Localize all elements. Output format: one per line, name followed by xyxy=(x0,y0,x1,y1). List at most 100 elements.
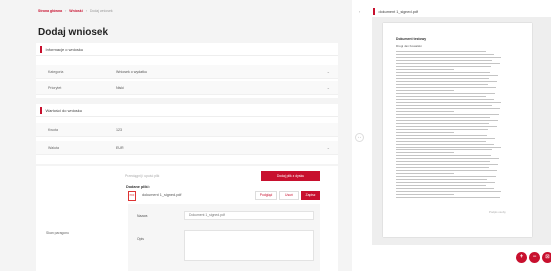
delete-button[interactable]: Usuń xyxy=(279,191,299,200)
doc-text-line xyxy=(396,197,500,199)
doc-text-line xyxy=(396,65,492,67)
doc-text-line xyxy=(396,125,497,127)
section-header: Wartości do wniosku xyxy=(36,104,338,117)
doc-text-line xyxy=(396,155,492,157)
category-select[interactable]: Wniosek o wydatku xyxy=(116,65,147,79)
viewer-title: dokument 1_signed.pdf xyxy=(373,8,418,15)
category-field[interactable]: Kategoria Wniosek o wydatku ⌄ xyxy=(36,65,338,79)
doc-text-line xyxy=(396,185,487,187)
doc-text-line xyxy=(396,107,500,109)
pdf-file-icon: PDF xyxy=(128,191,136,201)
doc-text-line xyxy=(396,68,455,70)
doc-text-line xyxy=(396,86,496,88)
description-label: Opis xyxy=(137,237,144,241)
doc-text-line xyxy=(396,56,501,58)
doc-text-line xyxy=(396,59,493,61)
doc-text-line xyxy=(396,182,495,184)
doc-text-line xyxy=(396,170,497,172)
doc-text-line xyxy=(396,173,455,175)
doc-text-line xyxy=(396,140,487,142)
name-input[interactable]: Dokument 1_signed.pdf xyxy=(184,211,314,220)
chevron-down-icon[interactable]: ⌄ xyxy=(327,81,330,95)
doc-text-line xyxy=(396,51,487,52)
doc-signature: Podpis osoby xyxy=(489,210,506,214)
doc-text-line xyxy=(396,128,489,130)
save-button[interactable]: Zapisz xyxy=(301,191,320,200)
chevron-down-icon[interactable]: ⌄ xyxy=(327,141,330,155)
doc-text-line xyxy=(396,119,498,121)
doc-text-line xyxy=(396,122,490,124)
file-drop-input[interactable]: Przeciągnij i upuść plik xyxy=(125,174,159,178)
doc-text-line xyxy=(396,161,491,163)
split-handle-icon[interactable]: ‹ › xyxy=(355,133,364,142)
doc-text-line xyxy=(396,158,499,160)
attachments-label: Skan paragonu xyxy=(46,231,69,235)
doc-body-text xyxy=(396,51,502,200)
doc-text-line xyxy=(396,143,494,145)
doc-text-line xyxy=(396,164,498,166)
doc-text-line xyxy=(396,152,455,154)
amount-input[interactable]: 123 xyxy=(116,123,122,137)
currency-field[interactable]: Waluta EUR ⌄ xyxy=(36,141,338,155)
add-file-button[interactable]: Dodaj plik z dysku xyxy=(261,171,320,181)
doc-text-line xyxy=(396,167,490,169)
doc-text-line xyxy=(396,116,491,118)
chevron-down-icon[interactable]: ⌄ xyxy=(327,65,330,79)
doc-text-line xyxy=(396,134,488,136)
zoom-out-icon[interactable]: − xyxy=(529,252,540,263)
doc-text-line xyxy=(396,194,455,196)
doc-text-line xyxy=(396,71,491,73)
breadcrumb: Strona główna › Wnioski › Dodaj wniosek xyxy=(38,9,113,13)
doc-text-line xyxy=(396,113,499,115)
doc-text-line xyxy=(396,77,490,79)
section-request-values: Wartości do wniosku Kwota 123 Waluta EUR… xyxy=(36,104,338,164)
doc-text-line xyxy=(396,62,500,64)
doc-text-line xyxy=(396,80,497,82)
doc-text-line xyxy=(396,179,488,181)
fit-page-icon[interactable]: ⊡ xyxy=(542,252,551,263)
viewer-filename: dokument 1_signed.pdf xyxy=(378,9,418,14)
amount-field[interactable]: Kwota 123 xyxy=(36,123,338,137)
currency-select[interactable]: EUR xyxy=(116,141,124,155)
doc-text-line xyxy=(396,83,489,85)
file-description-box: Nazwa Dokument 1_signed.pdf Opis xyxy=(128,204,320,271)
section-header: Informacje o wniosku xyxy=(36,43,338,56)
section-title: Wartości do wniosku xyxy=(45,107,83,113)
field-label: Kwota xyxy=(48,128,58,132)
doc-text-line xyxy=(396,95,487,97)
doc-text-line xyxy=(396,137,495,139)
priority-select[interactable]: Niski xyxy=(116,81,124,95)
doc-text-line xyxy=(396,176,496,178)
description-textarea[interactable] xyxy=(184,230,314,261)
added-files-label: Dodane pliki: xyxy=(126,185,150,189)
breadcrumb-requests[interactable]: Wnioski xyxy=(69,9,82,13)
doc-text-line xyxy=(396,110,455,112)
breadcrumb-current: Dodaj wniosek xyxy=(89,9,113,13)
doc-text-line xyxy=(396,53,494,55)
collapse-icon[interactable]: › xyxy=(356,8,363,15)
doc-text-line xyxy=(396,188,494,190)
doc-text-line xyxy=(396,149,493,151)
page-title: Dodaj wniosek xyxy=(38,27,109,38)
doc-text-line xyxy=(396,98,494,100)
field-label: Waluta xyxy=(48,146,60,150)
field-label: Kategoria xyxy=(48,70,64,74)
doc-text-line xyxy=(396,104,493,106)
priority-field[interactable]: Priorytet Niski ⌄ xyxy=(36,81,338,95)
zoom-in-icon[interactable]: + xyxy=(516,252,527,263)
form-panel: Strona główna › Wnioski › Dodaj wniosek Doda… xyxy=(0,0,352,271)
doc-text-line xyxy=(396,146,501,148)
file-name[interactable]: dokument 1_signed.pdf xyxy=(142,193,181,197)
preview-button[interactable]: Podgląd xyxy=(255,191,277,200)
name-label: Nazwa xyxy=(137,214,148,218)
breadcrumb-home[interactable]: Strona główna xyxy=(38,9,62,13)
doc-text-line xyxy=(396,101,501,103)
doc-text-line xyxy=(396,74,498,76)
doc-text-line xyxy=(396,89,455,91)
doc-text-line xyxy=(396,131,455,133)
doc-title: Dokument testowy xyxy=(396,37,427,41)
document-page: Dokument testowy Drogi Jan Kowalski Podp… xyxy=(383,23,532,237)
doc-text-line xyxy=(396,191,501,193)
document-viewer[interactable]: Dokument testowy Drogi Jan Kowalski Podp… xyxy=(372,17,551,245)
section-request-info: Informacje o wniosku Kategoria Wniosek o… xyxy=(36,43,338,98)
